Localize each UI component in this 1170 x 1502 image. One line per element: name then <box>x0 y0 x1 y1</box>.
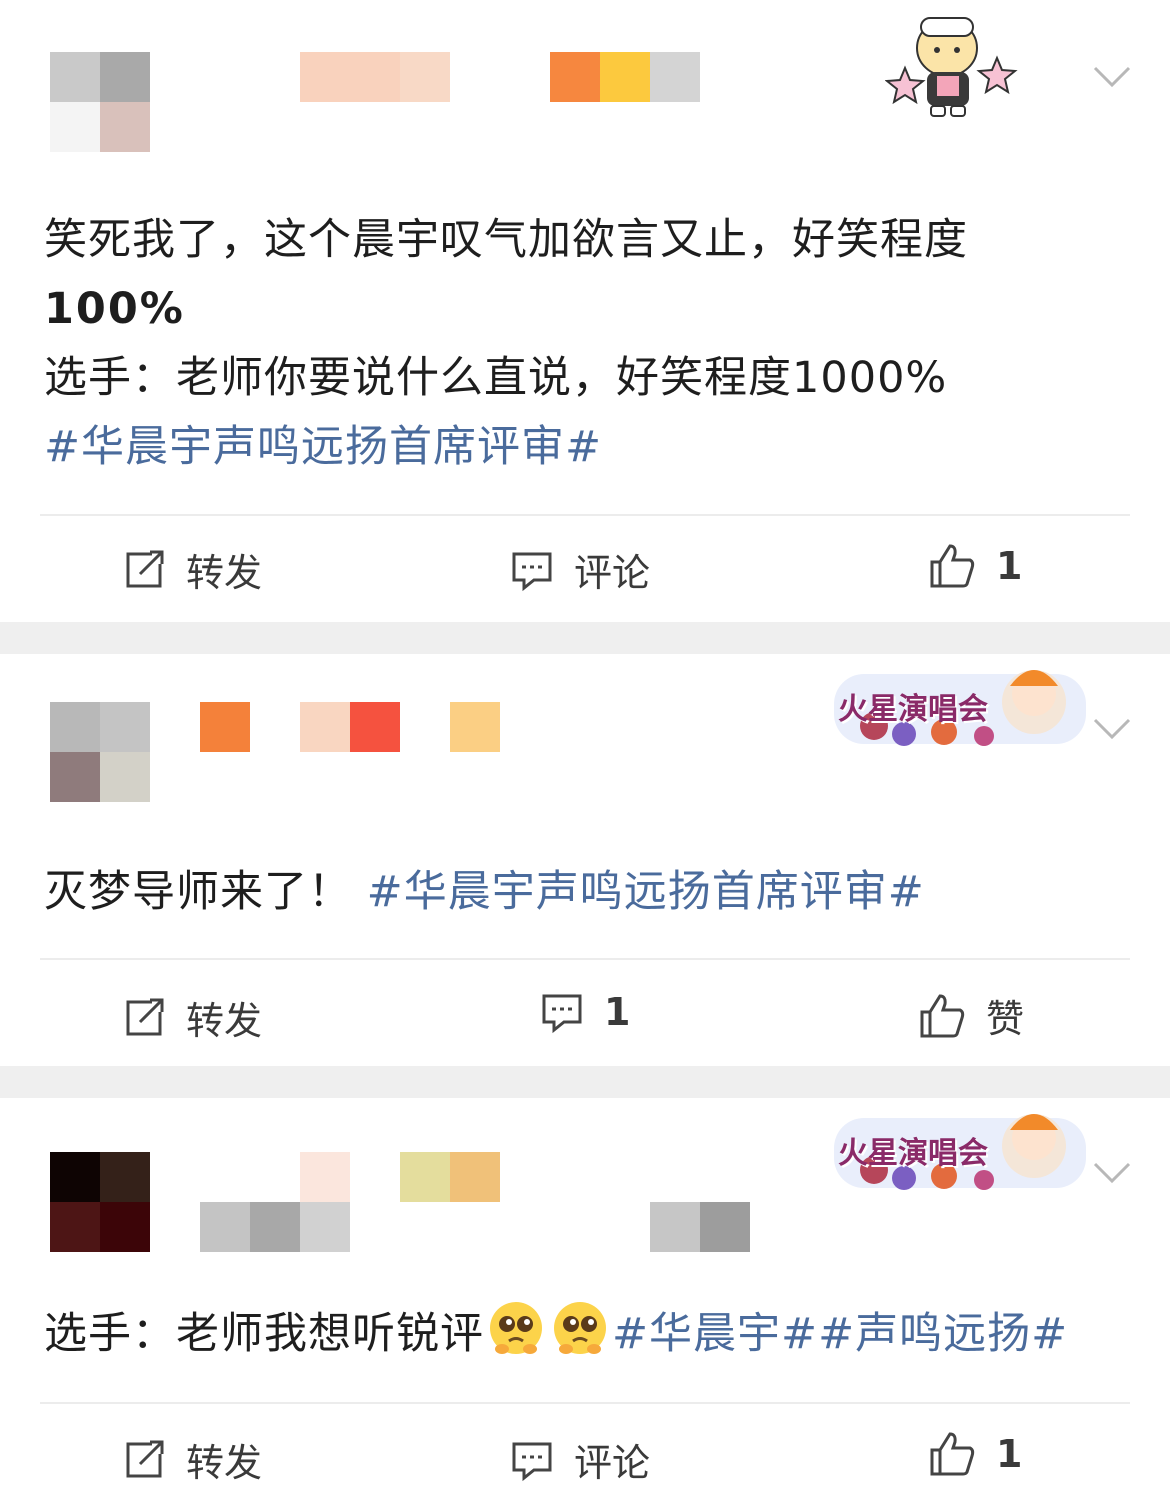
concert-banner-badge: 火星演唱会 <box>834 654 1086 754</box>
chevron-down-icon[interactable] <box>1092 64 1132 90</box>
like-label: 赞 <box>986 997 1025 1041</box>
post-text: 笑死我了，这个晨宇叹气加欲言又止，好笑程度 100% 选手：老师你要说什么直说，… <box>44 206 1050 482</box>
user-bio-blurred <box>650 1202 750 1252</box>
comment-label: 评论 <box>574 1441 651 1485</box>
cartoon-sticker-badge <box>885 10 1020 120</box>
post-text-line: 选手：老师我想听锐评 <box>44 1309 484 1359</box>
post-text-line: 选手：老师你要说什么直说，好笑程度1000% <box>44 353 948 403</box>
repost-label: 转发 <box>186 551 263 595</box>
post-text: 选手：老师我想听锐评 #华晨宇##声鸣远扬# <box>44 1300 1130 1369</box>
chevron-down-icon[interactable] <box>1092 716 1132 742</box>
repost-button[interactable]: 转发 <box>122 1432 262 1487</box>
comment-icon <box>512 1442 552 1481</box>
repost-label: 转发 <box>186 1441 263 1485</box>
post-separator <box>0 622 1170 654</box>
hashtag-link[interactable]: #声鸣远扬# <box>818 1309 1068 1359</box>
divider <box>40 1402 1130 1404</box>
username-blurred[interactable] <box>300 52 450 102</box>
repost-label: 转发 <box>186 999 263 1043</box>
thumbs-up-icon <box>920 993 965 1037</box>
repost-icon <box>126 1440 164 1477</box>
like-button[interactable]: 赞 <box>918 988 1024 1043</box>
post-text-line: 笑死我了，这个晨宇叹气加欲言又止，好笑程度 <box>44 215 968 265</box>
like-count: 1 <box>996 1432 1023 1476</box>
post-text-line: 灭梦导师来了！ <box>44 867 352 917</box>
thumbs-up-icon <box>930 544 975 588</box>
comment-button[interactable]: 1 <box>540 990 630 1034</box>
chevron-down-icon[interactable] <box>1092 1160 1132 1186</box>
post-separator <box>0 1066 1170 1098</box>
divider <box>40 514 1130 516</box>
avatar[interactable] <box>50 1152 150 1252</box>
comment-button[interactable]: 评论 <box>510 1432 650 1487</box>
comment-icon <box>512 552 552 591</box>
post-text: 灭梦导师来了！ #华晨宇声鸣远扬首席评审# <box>44 858 1050 927</box>
thumbs-up-icon <box>930 1432 975 1476</box>
badge-text: 火星演唱会 <box>838 692 988 727</box>
user-badges-blurred <box>400 1152 500 1202</box>
repost-icon <box>126 998 164 1035</box>
user-badges-blurred <box>300 702 500 752</box>
repost-icon <box>126 550 164 587</box>
user-bio-blurred <box>200 1202 350 1252</box>
post-text-line: 100% <box>44 284 185 334</box>
repost-button[interactable]: 转发 <box>122 990 262 1045</box>
avatar[interactable] <box>50 52 150 152</box>
comment-icon <box>542 994 582 1034</box>
hashtag-link[interactable]: #华晨宇声鸣远扬首席评审# <box>44 413 1050 482</box>
concert-banner-badge: 火星演唱会 <box>834 1098 1086 1198</box>
username-blurred[interactable] <box>300 1152 350 1202</box>
comment-button[interactable]: 评论 <box>510 542 650 597</box>
like-count: 1 <box>996 544 1023 588</box>
username-blurred[interactable] <box>200 702 250 752</box>
like-button[interactable]: 1 <box>928 1430 1022 1478</box>
badge-text: 火星演唱会 <box>838 1136 988 1171</box>
comment-count: 1 <box>604 990 631 1034</box>
hashtag-link[interactable]: #华晨宇声鸣远扬首席评审# <box>367 867 925 917</box>
like-button[interactable]: 1 <box>928 542 1022 590</box>
post-3: 火星演唱会 选手：老师我想听锐评 #华晨宇##声鸣远扬# 转发 评论 1 <box>0 1098 1170 1502</box>
hashtag-link[interactable]: #华晨宇# <box>612 1309 818 1359</box>
pleading-face-emoji <box>554 1302 606 1354</box>
post-2: 火星演唱会 灭梦导师来了！ #华晨宇声鸣远扬首席评审# 转发 1 赞 <box>0 654 1170 1066</box>
user-badges-blurred <box>550 52 700 102</box>
post-1: 笑死我了，这个晨宇叹气加欲言又止，好笑程度 100% 选手：老师你要说什么直说，… <box>0 0 1170 622</box>
repost-button[interactable]: 转发 <box>122 542 262 597</box>
comment-label: 评论 <box>574 551 651 595</box>
avatar[interactable] <box>50 702 150 802</box>
pleading-face-emoji <box>490 1302 542 1354</box>
divider <box>40 958 1130 960</box>
